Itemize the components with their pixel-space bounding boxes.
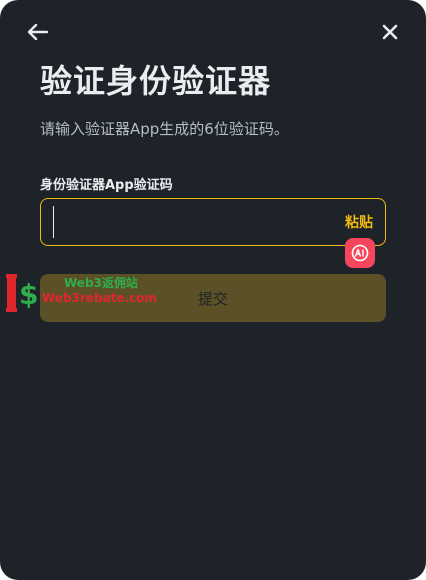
watermark-line1: Web3返佣站 <box>64 276 138 290</box>
arrow-left-icon <box>28 24 48 40</box>
watermark: $ Web3返佣站 Web3rebate.com <box>6 270 186 314</box>
paste-button[interactable]: 粘贴 <box>345 212 373 232</box>
svg-text:$: $ <box>19 278 38 311</box>
page-title: 验证身份验证器 <box>40 62 272 100</box>
authenticator-code-label: 身份验证器App验证码 <box>40 178 173 193</box>
ai-assistant-button[interactable] <box>345 238 375 268</box>
authenticator-code-field[interactable]: 粘贴 <box>40 198 386 246</box>
ai-icon <box>351 244 369 262</box>
authenticator-dialog: 验证身份验证器 请输入验证器App生成的6位验证码。 身份验证器App验证码 粘… <box>0 0 426 580</box>
watermark-line2: Web3rebate.com <box>42 291 157 305</box>
authenticator-code-input[interactable] <box>53 206 345 238</box>
watermark-logo-icon: $ <box>6 274 38 312</box>
close-button[interactable] <box>376 18 404 46</box>
back-button[interactable] <box>24 18 52 46</box>
close-icon <box>382 24 398 40</box>
page-subtitle: 请输入验证器App生成的6位验证码。 <box>40 120 289 138</box>
